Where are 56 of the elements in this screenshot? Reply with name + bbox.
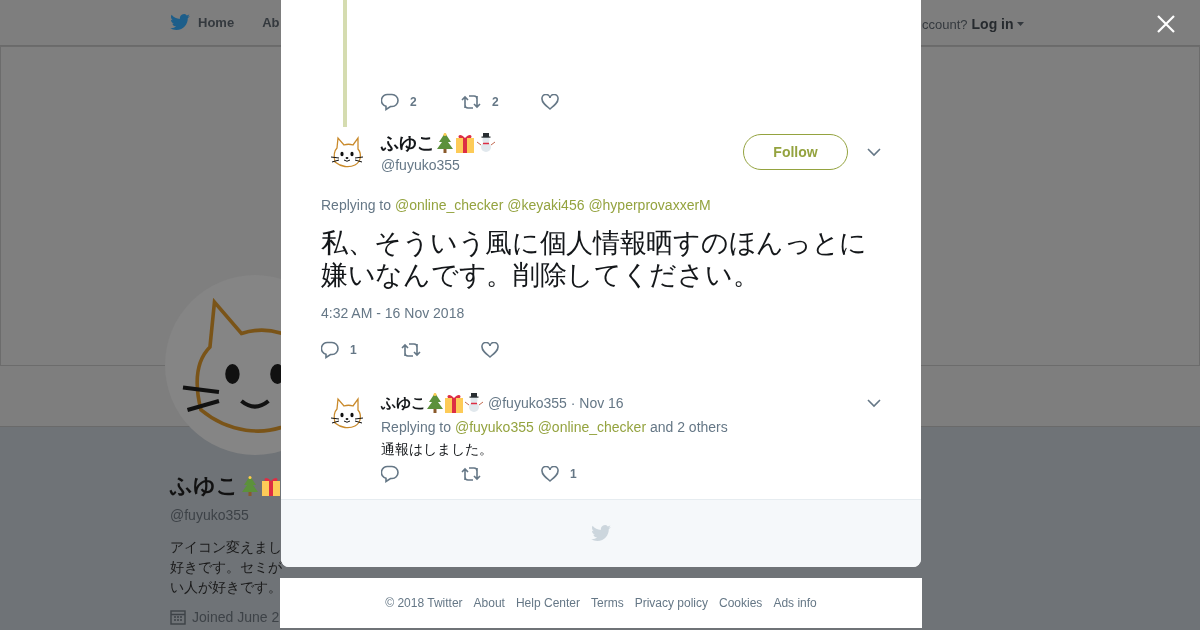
retweet-icon[interactable] (461, 94, 481, 110)
gift-icon (455, 133, 475, 153)
tweet-meta: @fuyuko355 · Nov 16 (488, 395, 625, 411)
bird-icon (170, 14, 190, 31)
calendar-icon (170, 609, 186, 625)
follow-button[interactable]: Follow (743, 134, 848, 170)
replying-to-line: Replying to @fuyuko355 @online_checker and 2 others (381, 419, 729, 435)
reply-icon[interactable] (321, 341, 339, 359)
heart-icon[interactable] (541, 466, 559, 482)
nav-link[interactable]: Home (170, 14, 235, 31)
action-count: 2 (492, 95, 499, 109)
nav-link[interactable]: Ab (262, 15, 280, 30)
reply-icon[interactable] (381, 93, 399, 111)
mention-link[interactable]: @keyaki456 (507, 197, 585, 213)
close-icon[interactable] (1156, 14, 1176, 34)
user-name: ふゆこ (381, 393, 426, 413)
tweet-date: 4:32 AM - 16 Nov 2018 (321, 305, 466, 321)
user-handle: @fuyuko355 (381, 157, 461, 173)
tree-icon (436, 133, 454, 153)
heart-icon[interactable] (481, 342, 499, 358)
action-count: 1 (350, 343, 357, 357)
retweet-icon[interactable] (401, 342, 421, 358)
profile-bio: アイコン変えまし 好きです。セミが い人が好きです。 (170, 538, 283, 597)
bird-icon (591, 525, 611, 542)
chevron-down-icon[interactable] (867, 147, 881, 157)
snowman-icon (476, 133, 496, 153)
action-count: 2 (410, 95, 417, 109)
footer-link[interactable]: © 2018 Twitter (385, 596, 463, 610)
reply-text: 通報はしました。 (381, 441, 494, 459)
mention-link[interactable]: @online_checker (537, 419, 647, 435)
profile-name: ふゆこ (170, 472, 239, 500)
retweet-icon[interactable] (461, 466, 481, 482)
caret-icon (1016, 22, 1024, 26)
gift-icon (444, 393, 464, 413)
tree-icon (426, 393, 444, 413)
footer-link[interactable]: Ads info (773, 596, 817, 610)
gift-icon (261, 476, 281, 496)
snowman-icon (464, 393, 484, 413)
reply-icon[interactable] (381, 465, 399, 483)
mention-link[interactable]: @online_checker (394, 197, 504, 213)
footer-link[interactable]: Privacy policy (634, 596, 708, 610)
footer-link[interactable]: Cookies (719, 596, 763, 610)
action-count: 1 (570, 467, 577, 481)
footer-link[interactable]: About (473, 596, 505, 610)
footer-link[interactable]: Terms (591, 596, 624, 610)
tweet-text: 私、そういう風に個人情報晒すのほんっとに嫌いなんです。削除してください。 (321, 227, 868, 291)
chevron-down-icon[interactable] (867, 398, 881, 408)
mention-link[interactable]: @hyperprovaxxerM (588, 197, 711, 213)
login-prompt: ccount? (922, 16, 968, 32)
heart-icon[interactable] (541, 94, 559, 110)
tree-icon (241, 476, 259, 496)
login-link[interactable]: Log in (971, 16, 1024, 32)
footer-link[interactable]: Help Center (515, 596, 580, 610)
mention-link[interactable]: @fuyuko355 (454, 419, 534, 435)
user-name: ふゆこ (381, 132, 435, 155)
replying-to-line: Replying to @online_checker @keyaki456 @hyperprovaxxerM (321, 197, 712, 213)
